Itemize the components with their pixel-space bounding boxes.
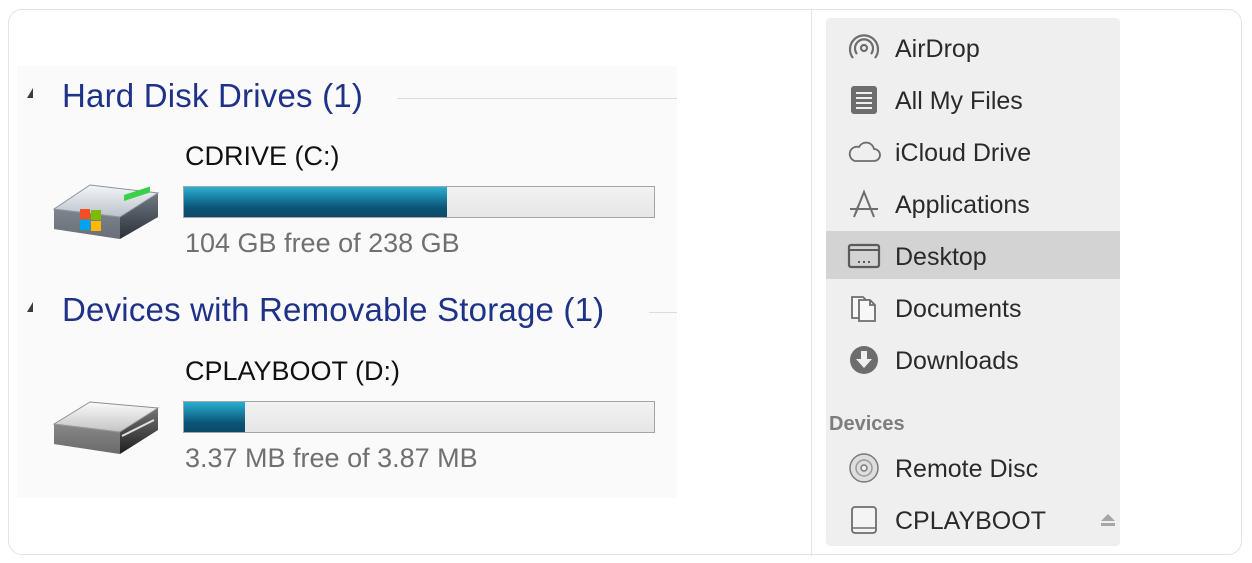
airdrop-icon [848, 34, 880, 59]
group-title: Devices with Removable Storage (1) [62, 291, 605, 328]
windows-hard-drive-icon [52, 184, 160, 239]
sidebar-item-label: Documents [895, 295, 1022, 323]
removable-drive-icon [52, 401, 160, 454]
sidebar-item-label: CPLAYBOOT [895, 507, 1046, 535]
group-header-hard-disk-drives[interactable]: Hard Disk Drives (1) [17, 74, 677, 114]
all-my-files-icon [851, 86, 877, 114]
drive-name: CPLAYBOOT (D:) [185, 356, 401, 386]
group-divider-line [397, 98, 677, 99]
sidebar-item-label: Applications [895, 191, 1030, 219]
group-header-removable-storage[interactable]: Devices with Removable Storage (1) [17, 288, 677, 328]
downloads-icon [850, 346, 878, 374]
sidebar-item-label: iCloud Drive [895, 139, 1032, 167]
sidebar-item-label: AirDrop [895, 35, 980, 63]
sidebar-item-downloads[interactable]: Downloads [826, 335, 1120, 383]
sidebar-item-label: All My Files [895, 87, 1023, 115]
sidebar-item-all-my-files[interactable]: All My Files [826, 75, 1120, 123]
sidebar-section-devices: Devices [829, 413, 905, 435]
cloud-icon [848, 141, 881, 162]
sidebar-item-label: Desktop [895, 243, 987, 271]
group-title: Hard Disk Drives (1) [62, 77, 364, 114]
sidebar-item-applications[interactable]: Applications [826, 179, 1120, 227]
sidebar-item-documents[interactable]: Documents [826, 283, 1120, 331]
collapse-triangle-icon[interactable] [27, 88, 33, 98]
sidebar-item-label: Remote Disc [895, 455, 1039, 483]
documents-icon [851, 296, 876, 322]
sidebar-item-remote-disc[interactable]: Remote Disc [826, 443, 1120, 491]
drive-usage-fill [184, 402, 246, 432]
drive-usage-bar [183, 186, 655, 218]
sidebar-item-cplayboot[interactable]: CPLAYBOOT [826, 495, 1120, 543]
drive-item-cplayboot[interactable]: CPLAYBOOT (D:) 3.37 MB free of 3.87 MB [17, 356, 677, 496]
external-drive-icon [851, 506, 877, 534]
drive-usage-bar [183, 401, 655, 433]
eject-icon[interactable] [1100, 513, 1116, 527]
collapse-triangle-icon[interactable] [27, 302, 33, 312]
drive-name: CDRIVE (C:) [185, 141, 340, 171]
applications-icon [850, 189, 878, 218]
windows-explorer-panel: Hard Disk Drives (1) CDRIVE (C:) 104 GB … [17, 66, 677, 498]
drive-free-space: 104 GB free of 238 GB [185, 228, 460, 258]
drive-usage-fill [184, 187, 448, 217]
sidebar-item-icloud-drive[interactable]: iCloud Drive [826, 127, 1120, 175]
sidebar-item-label: Downloads [895, 347, 1019, 375]
drive-free-space: 3.37 MB free of 3.87 MB [185, 443, 478, 473]
sidebar-item-desktop[interactable]: Desktop [826, 231, 1120, 279]
drive-item-cdrive[interactable]: CDRIVE (C:) 104 GB free of 238 GB [17, 141, 677, 281]
group-divider-line [649, 312, 677, 313]
panel-divider [811, 10, 812, 556]
finder-sidebar: AirDrop All My Files iCloud Drive Applic… [826, 18, 1120, 546]
remote-disc-icon [849, 453, 879, 483]
desktop-icon [847, 243, 881, 269]
sidebar-item-airdrop[interactable]: AirDrop [826, 23, 1120, 71]
